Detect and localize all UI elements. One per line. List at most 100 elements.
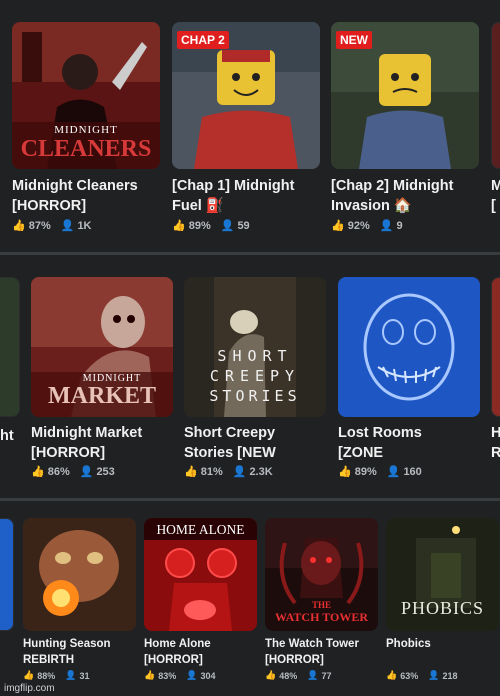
game-title-line1[interactable]: [Chap 2] Midnight: [331, 177, 481, 196]
thumbs-up-icon: 👍: [31, 466, 45, 478]
game-thumbnail[interactable]: MIDNIGHT MARKET: [31, 277, 173, 417]
thumbs-up-icon: 👍: [184, 466, 198, 478]
games-row-2: ht MIDNIGHT MARKET Midnight Market [HORR…: [0, 255, 500, 498]
like-ratio: 48%: [279, 670, 298, 681]
new-badge: NEW: [336, 31, 372, 49]
watermark-text: imgflip.com: [4, 683, 55, 694]
player-count: 9: [396, 219, 403, 232]
player-count: 31: [79, 670, 90, 681]
game-title-line1[interactable]: ht: [0, 427, 14, 446]
game-thumbnail[interactable]: SHORT CREEPY STORIES: [184, 277, 326, 417]
player-count: 160: [403, 465, 422, 478]
game-thumbnail[interactable]: [0, 518, 14, 631]
like-ratio: 88%: [37, 670, 56, 681]
game-title-line1[interactable]: [Chap 1] Midnight: [172, 177, 322, 196]
game-thumbnail[interactable]: [338, 277, 480, 417]
game-thumbnail[interactable]: NEW: [331, 22, 479, 169]
thumbnail-title: WATCH TOWER: [274, 610, 369, 624]
like-ratio: 89%: [354, 465, 377, 478]
game-title-line2[interactable]: [: [491, 197, 496, 216]
players-icon: 👤: [428, 670, 440, 680]
players-icon: 👤: [232, 466, 247, 478]
game-title-line1[interactable]: H: [491, 424, 500, 443]
game-title-line2[interactable]: Stories [NEW: [184, 444, 276, 463]
players-icon: 👤: [386, 466, 401, 478]
game-stats: 👍 88% 👤 31: [23, 670, 89, 681]
game-title-line1[interactable]: Hunting Season: [23, 637, 143, 652]
game-title-line1[interactable]: The Watch Tower: [265, 637, 385, 652]
game-stats: 👍 89% 👤 160: [338, 465, 422, 479]
chapter-badge: CHAP 2: [177, 31, 229, 49]
game-title-line2[interactable]: R: [491, 444, 500, 463]
players-icon: 👤: [379, 220, 394, 232]
game-title-line1[interactable]: Phobics: [386, 637, 498, 652]
like-ratio: 87%: [28, 219, 51, 232]
game-stats: 👍 92% 👤 9: [331, 219, 403, 233]
thumbs-up-icon: 👍: [386, 670, 398, 680]
game-stats: 👍 81% 👤 2.3K: [184, 465, 273, 479]
game-stats: 👍 48% 👤 77: [265, 670, 331, 681]
thumbnail-title-small: MIDNIGHT: [54, 124, 118, 136]
player-count: 59: [237, 219, 250, 232]
players-icon: 👤: [79, 466, 94, 478]
players-icon: 👤: [65, 670, 77, 680]
like-ratio: 86%: [47, 465, 70, 478]
thumbnail-title-small: THE: [311, 600, 331, 610]
thumbnail-title-line3: STORIES: [209, 387, 301, 405]
game-thumbnail[interactable]: CHAP 2: [172, 22, 320, 169]
game-title-line1[interactable]: Lost Rooms: [338, 424, 488, 443]
thumbnail-title-line1: SHORT: [217, 347, 293, 365]
game-title-line1[interactable]: Short Creepy: [184, 424, 334, 443]
game-title-line1[interactable]: Midnight Market: [31, 424, 181, 443]
player-count: 1K: [77, 219, 92, 232]
game-thumbnail[interactable]: MIDNIGHT CLEANERS: [12, 22, 160, 169]
game-thumbnail[interactable]: THE WATCH TOWER: [265, 518, 378, 631]
game-thumbnail[interactable]: HOME ALONE: [144, 518, 257, 631]
like-ratio: 83%: [158, 670, 177, 681]
thumbs-up-icon: 👍: [12, 220, 26, 232]
like-ratio: 92%: [347, 219, 370, 232]
thumbs-up-icon: 👍: [172, 220, 186, 232]
player-count: 218: [442, 670, 458, 681]
like-ratio: 81%: [200, 465, 223, 478]
game-title-line2[interactable]: Fuel ⛽: [172, 197, 224, 216]
player-count: 253: [96, 465, 115, 478]
game-title-line2[interactable]: [HORROR]: [144, 653, 203, 668]
players-icon: 👤: [186, 670, 198, 680]
thumbs-up-icon: 👍: [23, 670, 35, 680]
game-title-line2[interactable]: [HORROR]: [31, 444, 105, 463]
thumbnail-title: HOME ALONE: [156, 522, 245, 537]
game-title-line1[interactable]: M: [491, 177, 500, 196]
game-title-line2[interactable]: Invasion 🏠: [331, 197, 412, 216]
game-title-line1[interactable]: Home Alone: [144, 637, 264, 652]
like-ratio: 63%: [400, 670, 419, 681]
game-title-line2[interactable]: [HORROR]: [12, 197, 86, 216]
players-icon: 👤: [307, 670, 319, 680]
game-title-line2[interactable]: REBIRTH: [23, 653, 74, 668]
games-row-1: MIDNIGHT CLEANERS Midnight Cleaners [HOR…: [0, 0, 500, 252]
game-stats: 👍 87% 👤 1K: [12, 219, 92, 233]
like-ratio: 89%: [188, 219, 211, 232]
thumbs-up-icon: 👍: [338, 466, 352, 478]
thumbs-up-icon: 👍: [331, 220, 345, 232]
game-thumbnail[interactable]: [23, 518, 136, 631]
game-thumbnail[interactable]: [0, 277, 20, 417]
player-count: 304: [200, 670, 216, 681]
game-title-line2[interactable]: [HORROR]: [265, 653, 324, 668]
thumbnail-title: CLEANERS: [20, 136, 152, 162]
game-thumbnail[interactable]: [491, 277, 500, 417]
thumbs-up-icon: 👍: [265, 670, 277, 680]
game-stats: 👍 86% 👤 253: [31, 465, 115, 479]
thumbs-up-icon: 👍: [144, 670, 156, 680]
players-icon: 👤: [60, 220, 75, 232]
thumbnail-title-line2: CREEPY: [209, 367, 301, 385]
game-title-line2[interactable]: [ZONE: [338, 444, 383, 463]
game-stats: 👍 89% 👤 59: [172, 219, 250, 233]
game-thumbnail[interactable]: [491, 22, 500, 169]
game-title-line1[interactable]: Midnight Cleaners: [12, 177, 172, 196]
thumbnail-title: MARKET: [48, 383, 156, 409]
player-count: 2.3K: [249, 465, 273, 478]
games-row-3: Hunting Season REBIRTH 👍 88% 👤 31 HOME ALO…: [0, 501, 500, 696]
game-stats: 👍 83% 👤 304: [144, 670, 215, 681]
game-thumbnail[interactable]: PHOBICS: [386, 518, 499, 631]
